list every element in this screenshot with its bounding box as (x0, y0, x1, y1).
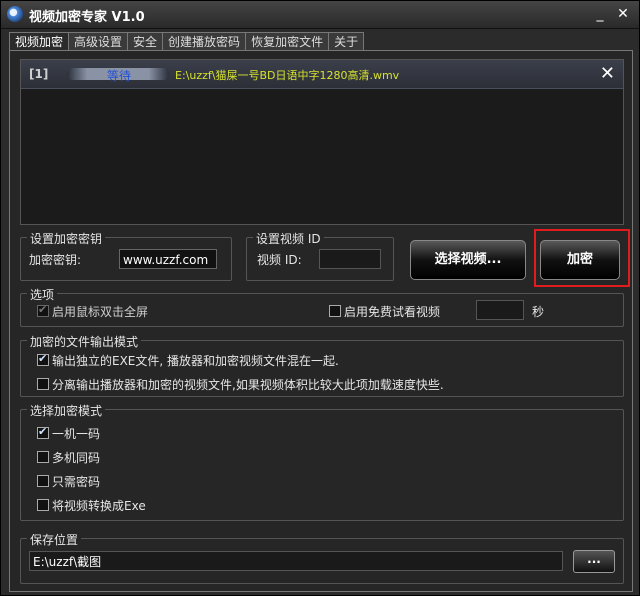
convert-to-exe-checkbox[interactable] (37, 499, 49, 511)
multi-machine-same-code-label: 多机同码 (52, 451, 101, 465)
key-label: 加密密钥: (29, 253, 82, 267)
minimize-button[interactable]: _ (591, 5, 609, 23)
file-list[interactable]: [1] 等待 E:\uzzf\猫屎一号BD日语中字1280高清.wmv ✕ (20, 59, 624, 225)
save-location-title: 保存位置 (27, 531, 82, 548)
free-trial-label: 启用免费试看视频 (344, 305, 441, 319)
save-location-group: 保存位置 E:\uzzf\截图 (20, 531, 624, 584)
browse-button[interactable]: ... (573, 550, 615, 573)
tab-security[interactable]: 安全 (127, 32, 164, 51)
app-window: 视频加密专家 V1.0 _ ✕ 视频加密 高级设置 安全 创建播放密码 恢复加密… (0, 0, 640, 596)
title-bar: 视频加密专家 V1.0 _ ✕ (1, 1, 639, 29)
video-id-label: 视频 ID: (257, 253, 302, 267)
video-id-input[interactable] (319, 249, 381, 269)
video-id-group-title: 设置视频 ID (253, 230, 324, 247)
file-index: [1] (29, 67, 49, 81)
tab-restore-encrypted-file[interactable]: 恢复加密文件 (245, 32, 330, 51)
tab-video-encrypt[interactable]: 视频加密 (9, 32, 70, 52)
free-trial-checkbox[interactable] (329, 305, 341, 317)
output-exe-checkbox[interactable] (37, 352, 49, 366)
tab-advanced-settings[interactable]: 高级设置 (68, 32, 129, 51)
options-group: 选项 启用鼠标双击全屏 启用免费试看视频 秒 (20, 286, 624, 327)
tab-about[interactable]: 关于 (328, 32, 365, 51)
seconds-unit: 秒 (532, 305, 545, 319)
multi-machine-same-code-checkbox[interactable] (37, 451, 49, 463)
options-title: 选项 (27, 286, 58, 303)
file-path: E:\uzzf\猫屎一号BD日语中字1280高清.wmv (175, 69, 400, 82)
fullscreen-checkbox[interactable] (37, 303, 49, 317)
highlight-box (534, 229, 630, 287)
key-group-title: 设置加密密钥 (27, 230, 106, 247)
encrypt-mode-title: 选择加密模式 (27, 402, 106, 419)
one-machine-one-code-label: 一机一码 (52, 427, 101, 441)
close-window-button[interactable]: ✕ (614, 5, 632, 23)
output-mode-group: 加密的文件输出模式 输出独立的EXE文件, 播放器和加密视频文件混在一起. 分离… (20, 333, 624, 397)
key-group: 设置加密密钥 加密密钥: www.uzzf.com (20, 230, 232, 281)
password-only-label: 只需密码 (52, 475, 101, 489)
password-only-checkbox[interactable] (37, 475, 49, 487)
output-mode-title: 加密的文件输出模式 (27, 333, 142, 350)
separate-output-label: 分离输出播放器和加密的视频文件,如果视频体积比较大此项加载速度快些. (52, 378, 444, 392)
tab-create-play-password[interactable]: 创建播放密码 (162, 32, 247, 51)
video-id-group: 设置视频 ID 视频 ID: (246, 230, 394, 281)
convert-to-exe-label: 将视频转换成Exe (52, 499, 146, 513)
encrypt-mode-group: 选择加密模式 一机一码 多机同码 只需密码 将视频转换成Exe (20, 402, 624, 521)
separate-output-checkbox[interactable] (37, 378, 49, 390)
fullscreen-label: 启用鼠标双击全屏 (52, 305, 149, 319)
save-path-input[interactable]: E:\uzzf\截图 (29, 551, 563, 571)
select-video-button[interactable]: 选择视频... (410, 240, 526, 280)
one-machine-one-code-checkbox[interactable] (37, 425, 49, 439)
file-status: 等待 (107, 69, 132, 83)
output-exe-label: 输出独立的EXE文件, 播放器和加密视频文件混在一起. (52, 354, 339, 368)
app-logo-icon (7, 6, 23, 22)
list-item[interactable]: [1] 等待 E:\uzzf\猫屎一号BD日语中字1280高清.wmv ✕ (21, 60, 623, 89)
trial-seconds-input[interactable] (476, 300, 524, 320)
window-title: 视频加密专家 V1.0 (29, 10, 145, 25)
remove-file-icon[interactable]: ✕ (600, 63, 615, 84)
tab-bar: 视频加密 高级设置 安全 创建播放密码 恢复加密文件 关于 (9, 32, 365, 52)
key-input[interactable]: www.uzzf.com (119, 249, 217, 269)
